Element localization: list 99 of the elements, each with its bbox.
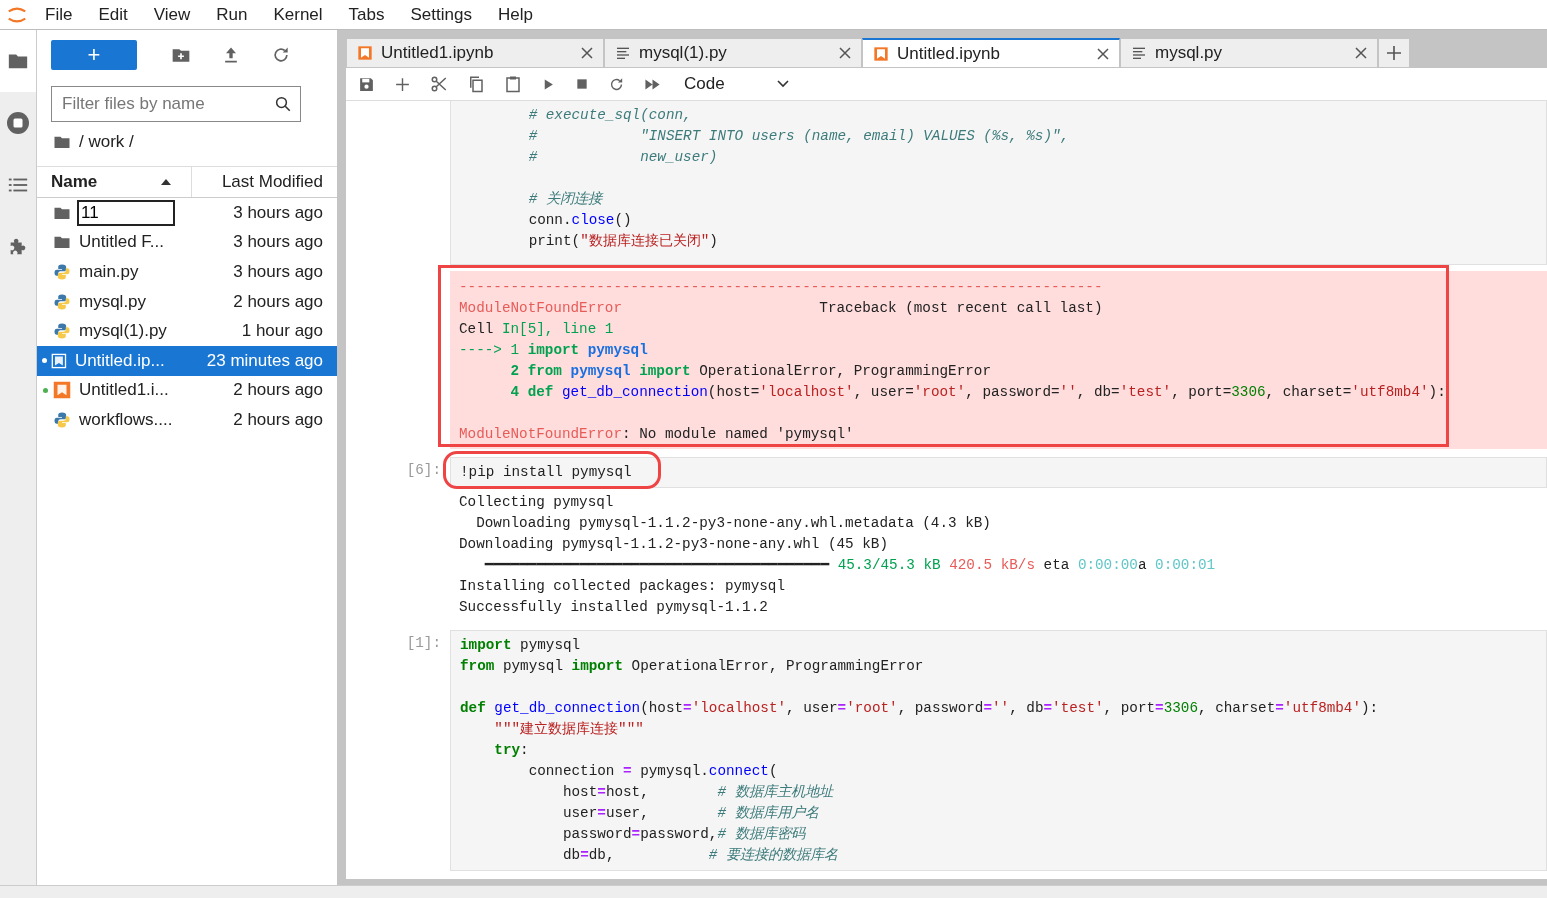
notebook-icon: [873, 45, 889, 62]
code-line: # "INSERT INTO users (name, email) VALUES (%s, %s)",: [527, 127, 1071, 146]
last-modified: 2 hours ago: [232, 380, 324, 401]
file-row[interactable]: mysql.py 2 hours ago: [37, 286, 337, 317]
notebook-icon: [51, 351, 67, 370]
code-line: print("数据库连接已关闭"): [527, 232, 719, 251]
last-modified: 3 hours ago: [232, 202, 324, 223]
code-line: def get_db_connection(host='localhost', user='root', password='', db='test', port=3306, charset='utf8mb4'):: [460, 699, 1380, 718]
code-line: Installing collected packages: pymysql: [459, 577, 787, 596]
close-icon[interactable]: [581, 47, 593, 59]
code-line: ----> 1 import pymysql: [459, 341, 649, 360]
code-line: # 关闭连接: [527, 190, 605, 209]
scissors-icon[interactable]: [430, 75, 448, 93]
sort-arrow-icon: [161, 179, 171, 185]
python-icon: [53, 322, 71, 341]
code-line: 4 def get_db_connection(host='localhost', user='root', password='', db='test', port=3306, charset='utf8mb4'):: [509, 383, 1447, 402]
code-line: Collecting pymysql: [459, 493, 615, 512]
file-row[interactable]: Untitled.ip... 23 minutes ago: [37, 345, 337, 376]
code-line: ━━━━━━━━━━━━━━━━━━━━━━━━━━━━━━━━━━━━━━━━ 45.3/45.3 kB 420.5 kB/s eta 0:00:00a 0:00:01: [483, 556, 1217, 575]
file-name: main.py: [79, 262, 140, 282]
last-modified: 3 hours ago: [232, 262, 324, 282]
code-line: host=host, # 数据库主机地址: [561, 783, 835, 802]
cell-prompt: [6]:: [406, 462, 441, 478]
code-line: user=user, # 数据库用户名: [561, 804, 820, 823]
last-modified: 23 minutes ago: [206, 350, 324, 371]
code-line: password=password,# 数据库密码: [561, 825, 807, 844]
file-row[interactable]: workflows.... 2 hours ago: [37, 405, 337, 435]
code-line: ModuleNotFoundError Traceback (most recent call last): [459, 299, 1104, 318]
caret-icon: [776, 80, 789, 88]
python-icon: [53, 410, 71, 429]
code-line: try:: [493, 741, 530, 760]
menu-item[interactable]: Run: [213, 2, 251, 27]
plus-icon[interactable]: [1387, 46, 1401, 60]
code-line: Cell In[5], line 1: [459, 320, 615, 339]
file-row[interactable]: mysql(1).py 1 hour ago: [37, 316, 337, 346]
menu-item[interactable]: Kernel: [270, 2, 326, 27]
file-name: mysql.py: [79, 291, 148, 312]
breadcrumb[interactable]: / work /: [79, 132, 134, 152]
menu-item[interactable]: View: [150, 2, 194, 27]
stop-icon[interactable]: [6, 111, 30, 135]
save-icon[interactable]: [358, 75, 375, 93]
document-tab[interactable]: Untitled.ipynb: [862, 38, 1120, 68]
code-line: from pymysql import OperationalError, ProgrammingError: [460, 657, 925, 676]
code-line: db=db, # 要连接的数据库名: [561, 846, 839, 865]
file-row[interactable]: Untitled1.i... 2 hours ago: [37, 375, 337, 406]
close-icon[interactable]: [1097, 47, 1109, 60]
file-row[interactable]: Untitled F... 3 hours ago: [37, 227, 337, 258]
file-name: Untitled.ip...: [74, 350, 166, 371]
python-icon: [53, 263, 71, 281]
close-icon[interactable]: [1355, 47, 1367, 59]
document-tab[interactable]: mysql(1).py: [604, 38, 862, 68]
last-modified: 3 hours ago: [232, 232, 324, 253]
file-row[interactable]: 11 3 hours ago: [37, 198, 337, 228]
file-row[interactable]: main.py 3 hours ago: [37, 257, 337, 287]
close-icon[interactable]: [839, 47, 851, 59]
last-modified: 2 hours ago: [232, 409, 324, 430]
code-line: Downloading pymysql-1.1.2-py3-none-any.whl.metadata (4.3 kB): [475, 514, 992, 533]
column-header[interactable]: Last Modified: [192, 167, 337, 197]
new-launcher-button[interactable]: +: [51, 39, 137, 70]
column-header[interactable]: Name: [37, 167, 192, 197]
code-line: import pymysql: [460, 636, 582, 655]
notebook-icon: [53, 381, 71, 400]
code-line: ---------------------------------------------------------------------------: [459, 278, 1104, 297]
text-file-icon: [1131, 45, 1147, 61]
file-name: Untitled1.i...: [79, 380, 170, 401]
document-tab[interactable]: Untitled1.ipynb: [346, 38, 604, 68]
rename-field[interactable]: 11: [77, 199, 175, 226]
file-name: workflows....: [79, 409, 174, 430]
code-line: 2 from pymysql import OperationalError, ProgrammingError: [509, 362, 992, 381]
python-icon: [53, 292, 71, 311]
document-tab[interactable]: mysql.py: [1120, 38, 1378, 68]
filter-field[interactable]: Filter files by name: [51, 86, 301, 122]
copy-icon[interactable]: [467, 75, 485, 93]
last-modified: 1 hour ago: [240, 321, 324, 342]
menu-item[interactable]: Tabs: [345, 2, 388, 27]
text-file-icon: [615, 45, 631, 61]
code-line: # new_user): [527, 148, 719, 167]
plus-icon[interactable]: [394, 75, 411, 93]
cell-prompt: [1]:: [406, 635, 441, 651]
notebook-icon: [357, 45, 373, 61]
code-line: conn.close(): [527, 211, 633, 230]
menu-item[interactable]: File: [42, 2, 76, 27]
menu-item[interactable]: Help: [494, 2, 536, 27]
code-line: # execute_sql(conn,: [527, 106, 693, 125]
code-line: connection = pymysql.connect(: [527, 762, 779, 781]
code-line: ModuleNotFoundError: No module named 'pymysql': [459, 425, 855, 444]
code-line: !pip install pymysql: [460, 463, 633, 482]
menu-item[interactable]: Edit: [95, 2, 131, 27]
file-name: mysql(1).py: [79, 321, 168, 342]
menu-item[interactable]: Settings: [407, 2, 475, 27]
code-line: Successfully installed pymysql-1.1.2: [459, 598, 769, 617]
file-name: Untitled F...: [79, 232, 166, 253]
stop-icon[interactable]: [575, 77, 589, 91]
cell-type-dropdown[interactable]: Code: [680, 74, 793, 94]
code-line: """建立数据库连接""": [493, 720, 645, 739]
search-icon[interactable]: [274, 95, 292, 113]
paste-icon[interactable]: [504, 75, 522, 93]
code-line: Downloading pymysql-1.1.2-py3-none-any.whl (45 kB): [459, 535, 889, 554]
last-modified: 2 hours ago: [232, 291, 324, 312]
